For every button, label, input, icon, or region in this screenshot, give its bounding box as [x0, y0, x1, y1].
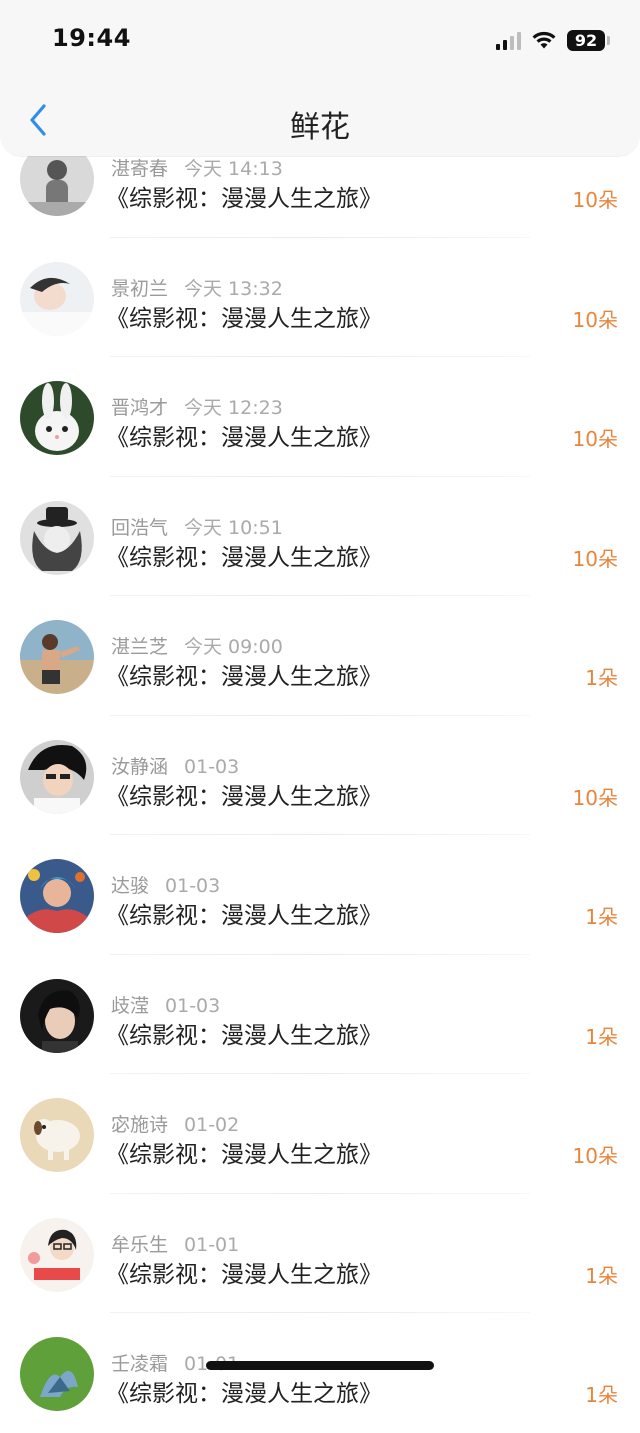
list-item[interactable]: 回浩气 今天 10:51 《综影视：漫漫人生之旅》 10朵	[0, 477, 640, 596]
list-item[interactable]: 湛兰芝 今天 09:00 《综影视：漫漫人生之旅》 1朵	[0, 596, 640, 716]
item-time: 今天 13:32	[184, 277, 283, 300]
user-name: 牟乐生	[111, 1233, 169, 1256]
item-meta: 回浩气 今天 10:51	[111, 513, 283, 540]
user-name: 达骏	[111, 875, 150, 897]
avatar[interactable]	[20, 1217, 94, 1292]
book-title: 《综影视：漫漫人生之旅》	[106, 664, 382, 690]
item-time: 今天 10:51	[184, 516, 283, 539]
item-meta: 达骏 01-03	[111, 871, 220, 898]
avatar[interactable]	[20, 620, 94, 694]
list-item[interactable]: 牟乐生 01-01 《综影视：漫漫人生之旅》 1朵	[0, 1194, 640, 1313]
avatar[interactable]	[20, 978, 94, 1053]
flower-count: 10朵	[572, 1144, 618, 1168]
user-name: 宓施诗	[111, 1114, 169, 1136]
book-title: 《综影视：漫漫人生之旅》	[106, 1261, 382, 1288]
book-title: 《综影视：漫漫人生之旅》	[106, 305, 382, 332]
item-time: 01-03	[184, 755, 240, 778]
flower-count: 10朵	[572, 546, 618, 571]
list-item[interactable]: 宓施诗 01-02 《综影视：漫漫人生之旅》 10朵	[0, 1074, 640, 1194]
flower-count: 1朵	[585, 905, 618, 929]
book-title: 《综影视：漫漫人生之旅》	[106, 186, 382, 212]
avatar[interactable]	[20, 261, 94, 336]
avatar[interactable]	[20, 500, 94, 575]
avatar[interactable]	[20, 1098, 94, 1172]
status-icons: 92	[496, 28, 610, 52]
list-item[interactable]: 晋鸿才 今天 12:23 《综影视：漫漫人生之旅》 10朵	[0, 357, 640, 477]
avatar[interactable]	[20, 859, 94, 933]
item-time: 01-01	[184, 1233, 240, 1256]
flower-count: 10朵	[572, 785, 618, 810]
item-meta: 牟乐生 01-01	[111, 1230, 239, 1257]
user-name: 汝静涵	[111, 755, 169, 778]
item-time: 今天 14:13	[184, 158, 283, 180]
item-time: 01-03	[165, 994, 221, 1017]
flower-count: 10朵	[572, 188, 618, 212]
item-time: 今天 12:23	[184, 397, 283, 419]
flower-count: 1朵	[585, 1383, 618, 1407]
user-name: 湛寄春	[111, 158, 169, 180]
list-item[interactable]: 壬凌霜01-01 《综影视：漫漫人生之旅》 1朵	[0, 1313, 640, 1433]
item-meta: 宓施诗 01-02	[111, 1110, 239, 1137]
header: 19:44 92 鲜花	[0, 0, 640, 156]
item-meta: 景初兰 今天 13:32	[111, 274, 283, 301]
wifi-icon	[532, 31, 556, 49]
list-item[interactable]: 汝静涵 01-03 《综影视：漫漫人生之旅》 10朵	[0, 716, 640, 835]
flower-count: 10朵	[572, 307, 618, 332]
user-name: 回浩气	[111, 516, 169, 539]
item-time: 01-03	[165, 875, 221, 897]
flower-count: 1朵	[585, 666, 618, 690]
home-indicator[interactable]	[206, 1361, 434, 1370]
item-meta: 歧滢 01-03	[111, 991, 220, 1018]
avatar[interactable]	[20, 1337, 94, 1411]
list-item[interactable]: 歧滢 01-03 《综影视：漫漫人生之旅》 1朵	[0, 955, 640, 1074]
book-title: 《综影视：漫漫人生之旅》	[106, 903, 382, 929]
flower-list: 湛寄春 今天 14:13 《综影视：漫漫人生之旅》 10朵 景初兰 今天 13:32…	[0, 118, 640, 1433]
user-name: 歧滢	[111, 994, 150, 1017]
book-title: 《综影视：漫漫人生之旅》	[106, 1142, 382, 1168]
book-title: 《综影视：漫漫人生之旅》	[106, 425, 382, 451]
flower-count: 1朵	[585, 1263, 618, 1288]
user-name: 壬凌霜	[111, 1353, 169, 1375]
item-time: 今天 09:00	[184, 636, 283, 658]
user-name: 晋鸿才	[111, 397, 169, 419]
item-time: 01-02	[184, 1114, 240, 1136]
avatar[interactable]	[20, 381, 94, 455]
book-title: 《综影视：漫漫人生之旅》	[106, 1022, 382, 1049]
battery-level: 92	[567, 29, 605, 51]
user-name: 湛兰芝	[111, 636, 169, 658]
status-time: 19:44	[52, 24, 131, 52]
battery-icon: 92	[567, 29, 610, 51]
item-meta: 汝静涵 01-03	[111, 752, 239, 779]
cellular-signal-icon	[496, 30, 521, 50]
list-item[interactable]: 景初兰 今天 13:32 《综影视：漫漫人生之旅》 10朵	[0, 238, 640, 357]
avatar[interactable]	[20, 739, 94, 814]
list-item[interactable]: 达骏 01-03 《综影视：漫漫人生之旅》 1朵	[0, 835, 640, 955]
item-meta: 湛寄春 今天 14:13	[111, 154, 283, 181]
flower-count: 1朵	[585, 1024, 618, 1049]
item-meta: 湛兰芝 今天 09:00	[111, 632, 283, 659]
page-title: 鲜花	[290, 110, 350, 145]
book-title: 《综影视：漫漫人生之旅》	[106, 783, 382, 810]
item-meta: 晋鸿才 今天 12:23	[111, 393, 283, 420]
user-name: 景初兰	[111, 277, 169, 300]
book-title: 《综影视：漫漫人生之旅》	[106, 544, 382, 571]
book-title: 《综影视：漫漫人生之旅》	[106, 1381, 382, 1407]
flower-count: 10朵	[572, 427, 618, 451]
